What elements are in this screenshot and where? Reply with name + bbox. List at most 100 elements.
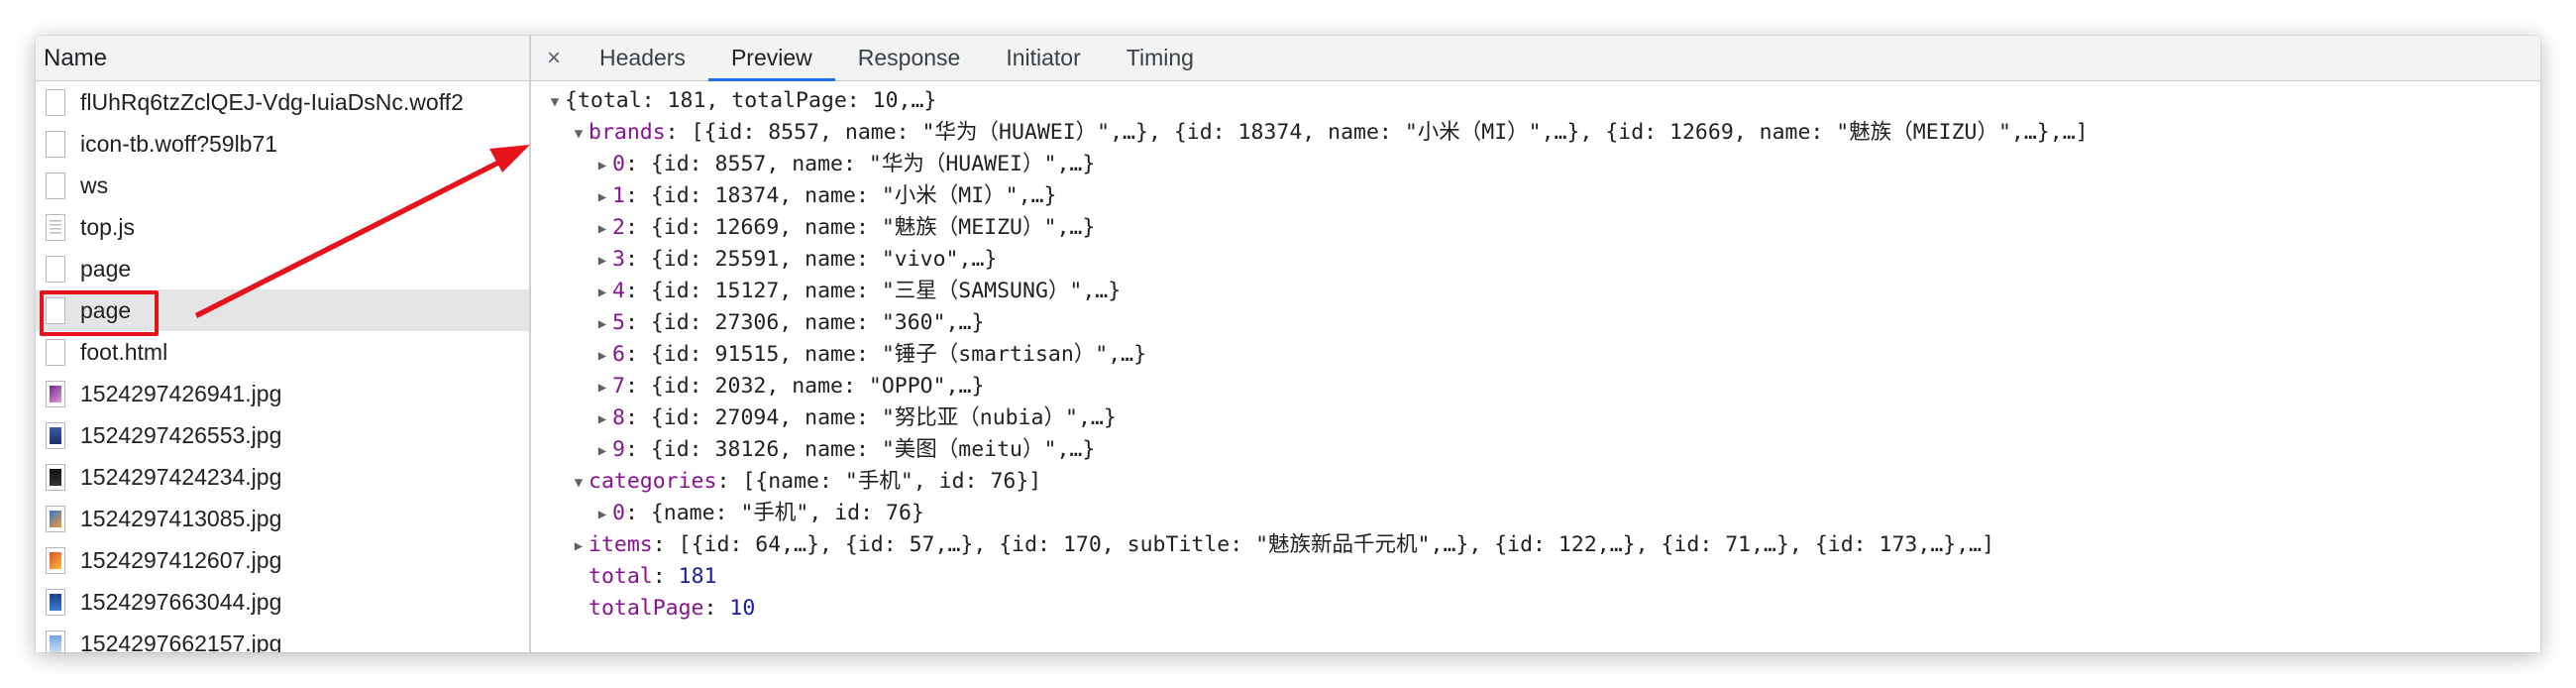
document-file-icon bbox=[46, 130, 65, 158]
expand-triangle-closed-icon[interactable]: ▶ bbox=[592, 150, 612, 181]
tab-preview[interactable]: Preview bbox=[707, 36, 835, 81]
detail-tabs: × Headers Preview Response Initiator Timing bbox=[531, 36, 2540, 81]
devtools-window: Name flUhRq6tzZclQEJ-Vdg-IuiaDsNc.woff2 i… bbox=[36, 36, 2540, 652]
json-tree-line[interactable]: ▶ 0: {name: "手机", id: 76} bbox=[531, 498, 2540, 529]
expand-triangle-closed-icon[interactable]: ▶ bbox=[592, 403, 612, 435]
json-key: 9 bbox=[612, 437, 625, 462]
expand-triangle-closed-icon[interactable]: ▶ bbox=[592, 340, 612, 372]
document-file-icon bbox=[46, 338, 65, 366]
request-name: top.js bbox=[80, 213, 135, 240]
json-value: : {name: "手机", id: 76} bbox=[624, 501, 924, 525]
json-value: {total: 181, totalPage: 10,…} bbox=[565, 88, 937, 113]
json-tree-line[interactable]: ▼ categories: [{name: "手机", id: 76}] bbox=[531, 466, 2540, 498]
request-name: 1524297663044.jpg bbox=[80, 588, 282, 615]
request-row[interactable]: 1524297424234.jpg bbox=[36, 456, 529, 498]
expand-triangle-closed-icon[interactable]: ▶ bbox=[592, 435, 612, 467]
json-tree-line[interactable]: ▶ items: [{id: 64,…}, {id: 57,…}, {id: 17… bbox=[531, 529, 2540, 561]
json-key: categories bbox=[589, 469, 717, 494]
json-tree-line[interactable]: ▶ 6: {id: 91515, name: "锤子（smartisan）",…} bbox=[531, 339, 2540, 371]
json-tree-line[interactable]: ▶ 7: {id: 2032, name: "OPPO",…} bbox=[531, 371, 2540, 402]
request-row[interactable]: icon-tb.woff?59lb71 bbox=[36, 123, 529, 165]
script-file-icon bbox=[46, 213, 65, 241]
json-tree-line[interactable]: ▶ 2: {id: 12669, name: "魅族（MEIZU）",…} bbox=[531, 212, 2540, 244]
json-value: : {id: 27306, name: "360",…} bbox=[624, 310, 985, 335]
json-key: 1 bbox=[612, 183, 625, 208]
request-name: foot.html bbox=[80, 338, 168, 365]
image-thumbnail bbox=[50, 634, 61, 652]
image-thumbnail bbox=[50, 510, 61, 527]
request-row[interactable]: 1524297663044.jpg bbox=[36, 581, 529, 623]
image-thumbnail bbox=[50, 385, 61, 402]
request-row[interactable]: 1524297426553.jpg bbox=[36, 414, 529, 456]
expand-triangle-closed-icon[interactable]: ▶ bbox=[592, 499, 612, 530]
tab-response[interactable]: Response bbox=[835, 36, 984, 80]
image-file-icon bbox=[46, 421, 65, 449]
json-value: : {id: 15127, name: "三星（SAMSUNG）",…} bbox=[624, 279, 1122, 303]
expand-triangle-closed-icon[interactable]: ▶ bbox=[592, 308, 612, 340]
json-key: 7 bbox=[612, 374, 625, 399]
request-name: ws bbox=[80, 172, 109, 198]
json-tree-line[interactable]: ▶ 0: {id: 8557, name: "华为（HUAWEI）",…} bbox=[531, 149, 2540, 180]
tab-headers[interactable]: Headers bbox=[577, 36, 708, 80]
request-row[interactable]: 1524297412607.jpg bbox=[36, 539, 529, 581]
request-row[interactable]: page bbox=[36, 248, 529, 289]
annotation-highlight-box bbox=[40, 290, 159, 336]
json-key: 2 bbox=[612, 215, 625, 240]
json-key: 5 bbox=[612, 310, 625, 335]
json-tree-line[interactable]: ▶ 8: {id: 27094, name: "努比亚（nubia）",…} bbox=[531, 402, 2540, 434]
json-key: 3 bbox=[612, 247, 625, 272]
json-value: : [{name: "手机", id: 76}] bbox=[716, 469, 1042, 494]
name-column-header[interactable]: Name bbox=[36, 36, 529, 81]
request-name: 1524297426941.jpg bbox=[80, 380, 282, 406]
json-tree-line[interactable]: ▶ 3: {id: 25591, name: "vivo",…} bbox=[531, 244, 2540, 276]
request-row[interactable]: top.js bbox=[36, 206, 529, 248]
json-key: brands bbox=[589, 120, 666, 145]
json-value: : {id: 27094, name: "努比亚（nubia）",…} bbox=[624, 405, 1117, 430]
request-name: page bbox=[80, 255, 132, 282]
json-tree-line: totalPage: 10 bbox=[531, 593, 2540, 625]
expand-triangle-closed-icon[interactable]: ▶ bbox=[592, 245, 612, 277]
request-row[interactable]: ws bbox=[36, 165, 529, 206]
json-key: 8 bbox=[612, 405, 625, 430]
request-row[interactable]: 1524297426941.jpg bbox=[36, 373, 529, 414]
json-tree-line[interactable]: ▼ brands: [{id: 8557, name: "华为（HUAWEI）",… bbox=[531, 117, 2540, 149]
json-value: : {id: 12669, name: "魅族（MEIZU）",…} bbox=[624, 215, 1096, 240]
json-tree-line[interactable]: ▶ 4: {id: 15127, name: "三星（SAMSUNG）",…} bbox=[531, 276, 2540, 307]
json-key: 0 bbox=[612, 501, 625, 525]
response-panel: × Headers Preview Response Initiator Timing … bbox=[531, 36, 2540, 652]
json-preview: ▼ {total: 181, totalPage: 10,…} ▼ brands: [… bbox=[531, 85, 2540, 625]
json-tree-line[interactable]: ▼ {total: 181, totalPage: 10,…} bbox=[531, 85, 2540, 117]
request-name: icon-tb.woff?59lb71 bbox=[80, 130, 278, 157]
json-key: items bbox=[589, 532, 653, 557]
tab-timing[interactable]: Timing bbox=[1104, 36, 1217, 80]
request-row[interactable]: foot.html bbox=[36, 331, 529, 373]
image-thumbnail bbox=[50, 551, 61, 569]
expand-triangle-open-icon[interactable]: ▼ bbox=[545, 86, 565, 118]
json-value: : {id: 38126, name: "美图（meitu）",…} bbox=[624, 437, 1096, 462]
request-row[interactable]: flUhRq6tzZclQEJ-Vdg-IuiaDsNc.woff2 bbox=[36, 81, 529, 123]
expand-triangle-open-icon[interactable]: ▼ bbox=[569, 467, 589, 499]
json-tree-line[interactable]: ▶ 9: {id: 38126, name: "美图（meitu）",…} bbox=[531, 434, 2540, 466]
request-name: 1524297413085.jpg bbox=[80, 505, 282, 531]
json-value: : {id: 25591, name: "vivo",…} bbox=[624, 247, 998, 272]
expand-triangle-closed-icon[interactable]: ▶ bbox=[592, 181, 612, 213]
json-tree-line[interactable]: ▶ 5: {id: 27306, name: "360",…} bbox=[531, 307, 2540, 339]
request-row[interactable]: 1524297662157.jpg bbox=[36, 623, 529, 652]
document-file-icon bbox=[46, 255, 65, 283]
document-file-icon bbox=[46, 172, 65, 199]
request-name: 1524297426553.jpg bbox=[80, 421, 282, 448]
request-name: 1524297424234.jpg bbox=[80, 463, 282, 490]
tab-initiator[interactable]: Initiator bbox=[983, 36, 1103, 80]
name-column-label: Name bbox=[44, 44, 108, 71]
expand-triangle-closed-icon[interactable]: ▶ bbox=[592, 277, 612, 308]
json-key: 0 bbox=[612, 152, 625, 176]
expand-triangle-closed-icon[interactable]: ▶ bbox=[592, 372, 612, 403]
expand-triangle-open-icon[interactable]: ▼ bbox=[569, 118, 589, 150]
expand-triangle-closed-icon[interactable]: ▶ bbox=[569, 530, 589, 562]
request-row[interactable]: 1524297413085.jpg bbox=[36, 498, 529, 539]
image-file-icon bbox=[46, 463, 65, 491]
close-icon[interactable]: × bbox=[531, 36, 577, 80]
image-thumbnail bbox=[50, 468, 61, 486]
expand-triangle-closed-icon[interactable]: ▶ bbox=[592, 213, 612, 245]
json-tree-line[interactable]: ▶ 1: {id: 18374, name: "小米（MI）",…} bbox=[531, 180, 2540, 212]
